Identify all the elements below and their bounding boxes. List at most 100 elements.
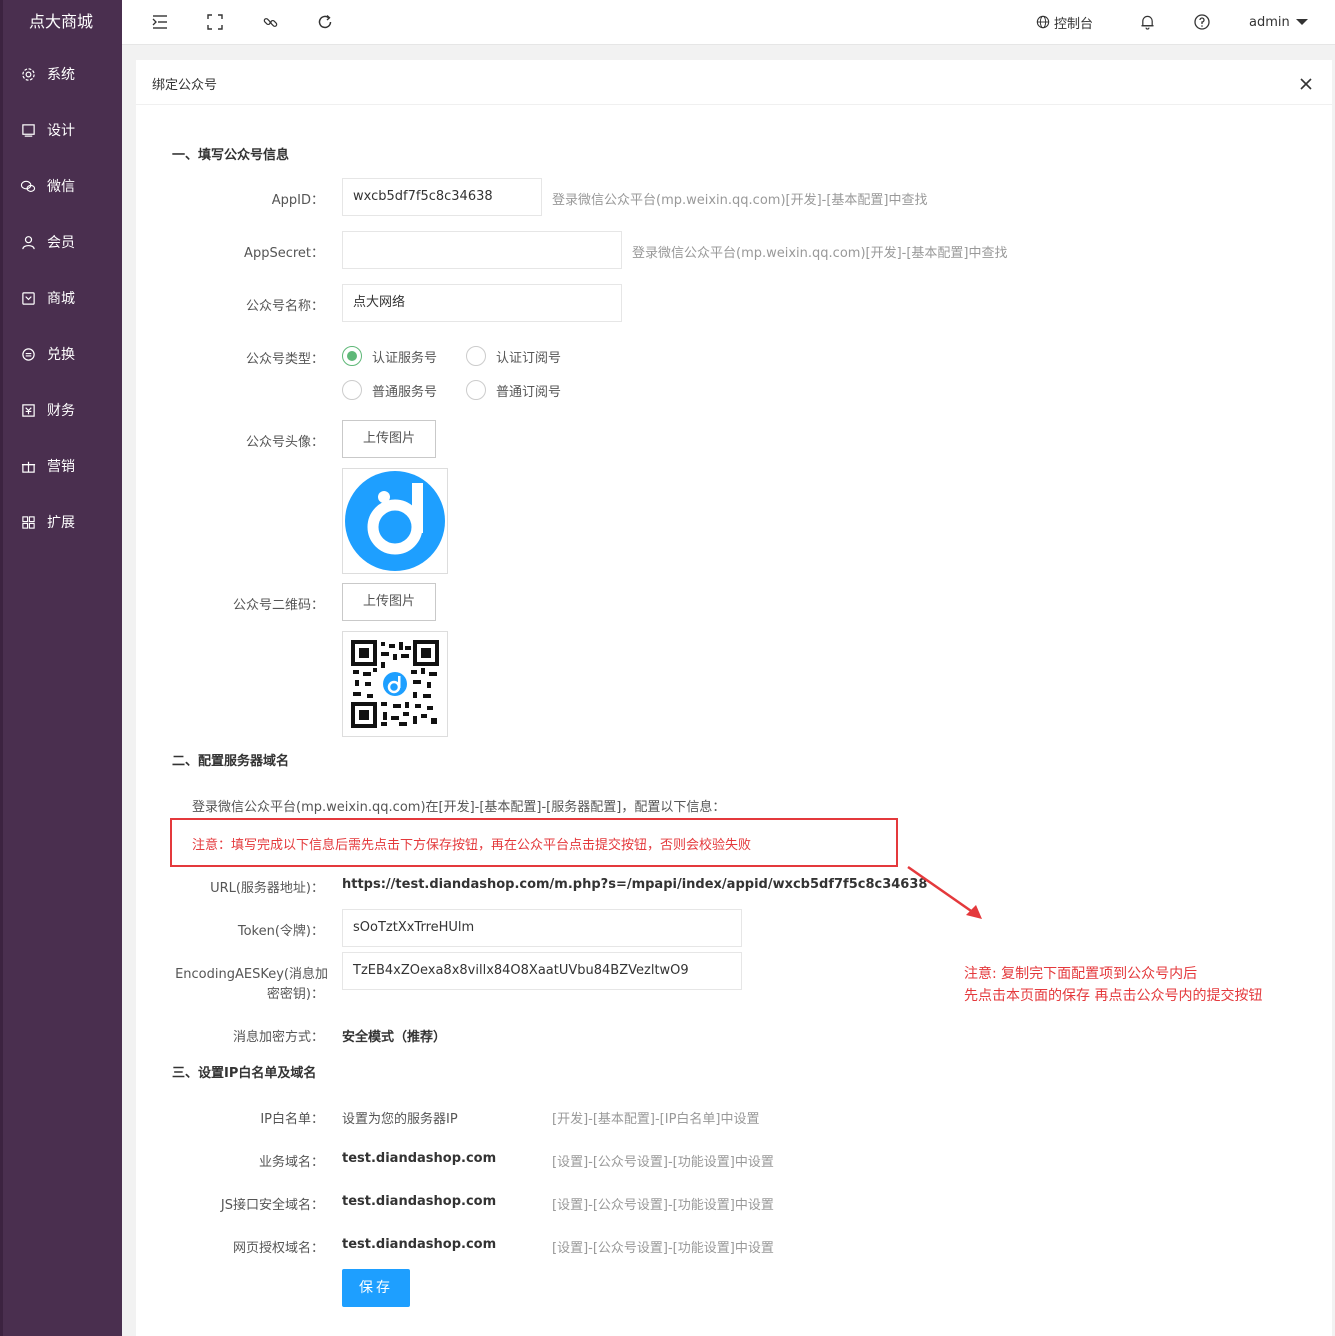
sidebar-item-label: 会员 <box>47 235 75 251</box>
sidebar: 点大商城 系统 设计 微信 会员 商城 兑换 财务 营销 扩展 <box>0 0 122 1336</box>
sidebar-item-label: 商城 <box>47 291 75 307</box>
shop-icon <box>20 290 36 306</box>
radio-label: 普通订阅号 <box>496 384 562 400</box>
sidebar-item-finance[interactable]: 财务 <box>0 382 122 438</box>
qrcode-image[interactable] <box>342 631 448 737</box>
wechat-icon <box>20 178 36 194</box>
sidebar-item-system[interactable]: 系统 <box>0 46 122 102</box>
business-domain-hint: [设置]-[公众号设置]-[功能设置]中设置 <box>552 1155 774 1170</box>
sidebar-item-member[interactable]: 会员 <box>0 214 122 270</box>
business-domain-label: 业务域名： <box>258 1155 324 1170</box>
exchange-icon <box>20 346 36 362</box>
upload-qrcode-button[interactable]: 上传图片 <box>342 583 436 621</box>
console-label: 控制台 <box>1054 16 1094 32</box>
annotation-line2: 先点击本页面的保存 再点击公众号内的提交按钮 <box>964 988 1263 1004</box>
radio-normal-subscription[interactable]: 普通订阅号 <box>466 380 561 400</box>
brand-logo-icon <box>345 471 445 571</box>
help-icon[interactable] <box>1192 12 1212 32</box>
sidebar-item-exchange[interactable]: 兑换 <box>0 326 122 382</box>
encrypt-label: 消息加密方式： <box>232 1030 324 1045</box>
appid-label: AppID： <box>271 193 324 208</box>
user-menu[interactable]: admin <box>1249 12 1308 32</box>
ip-hint: [开发]-[基本配置]-[IP白名单]中设置 <box>552 1112 760 1127</box>
business-domain-value: test.diandashop.com <box>342 1151 497 1166</box>
save-button[interactable]: 保存 <box>342 1269 410 1307</box>
qrcode-icon <box>351 640 439 728</box>
auth-domain-hint: [设置]-[公众号设置]-[功能设置]中设置 <box>552 1241 774 1256</box>
js-domain-label: JS接口安全域名： <box>220 1198 324 1213</box>
caret-down-icon <box>1295 19 1308 25</box>
radio-unchecked-icon <box>466 346 486 366</box>
grid-icon <box>20 514 36 530</box>
aeskey-label-line2: 密密钥)： <box>266 987 324 1002</box>
sidebar-item-label: 兑换 <box>47 347 75 363</box>
panel-title: 绑定公众号 <box>152 78 218 93</box>
sidebar-item-label: 财务 <box>47 403 75 419</box>
sidebar-item-wechat[interactable]: 微信 <box>0 158 122 214</box>
finance-icon <box>20 402 36 418</box>
avatar-image[interactable] <box>342 468 448 574</box>
warning-text: 注意：填写完成以下信息后需先点击下方保存按钮，再在公众平台点击提交按钮，否则会校… <box>192 838 752 853</box>
radio-normal-service[interactable]: 普通服务号 <box>342 380 437 400</box>
close-icon[interactable] <box>1296 74 1316 94</box>
upload-avatar-button[interactable]: 上传图片 <box>342 420 436 458</box>
appsecret-input[interactable] <box>342 231 622 269</box>
fullscreen-icon[interactable] <box>205 12 225 32</box>
sidebar-item-extend[interactable]: 扩展 <box>0 494 122 550</box>
sidebar-item-marketing[interactable]: 营销 <box>0 438 122 494</box>
annotation-line1: 注意: 复制完下面配置项到公众号内后 <box>964 966 1198 982</box>
menu-fold-icon[interactable] <box>150 12 170 32</box>
name-input[interactable]: 点大网络 <box>342 284 622 322</box>
aeskey-input[interactable]: TzEB4xZOexa8x8villx84O8XaatUVbu84BZVezlt… <box>342 952 742 990</box>
sidebar-item-label: 设计 <box>47 123 75 139</box>
token-input[interactable]: sOoTztXxTrreHUlm <box>342 909 742 947</box>
aeskey-label-line1: EncodingAESKey(消息加 <box>175 967 328 982</box>
user-icon <box>20 234 36 250</box>
ip-label: IP白名单： <box>260 1112 324 1127</box>
section3-title: 三、设置IP白名单及域名 <box>172 1066 317 1081</box>
sidebar-item-label: 扩展 <box>47 515 75 531</box>
sidebar-item-label: 营销 <box>47 459 75 475</box>
url-value: https://test.diandashop.com/m.php?s=/mpa… <box>342 877 928 892</box>
top-header: 控制台 admin <box>122 0 1335 45</box>
auth-domain-value: test.diandashop.com <box>342 1237 497 1252</box>
username: admin <box>1249 14 1290 30</box>
js-domain-hint: [设置]-[公众号设置]-[功能设置]中设置 <box>552 1198 774 1213</box>
sidebar-item-design[interactable]: 设计 <box>0 102 122 158</box>
server-config-intro: 登录微信公众平台(mp.weixin.qq.com)在[开发]-[基本配置]-[… <box>192 800 726 815</box>
sidebar-item-label: 微信 <box>47 179 75 195</box>
appid-input[interactable]: wxcb5df7f5c8c34638 <box>342 178 542 216</box>
console-link[interactable]: 控制台 <box>1036 12 1093 32</box>
sidebar-item-shop[interactable]: 商城 <box>0 270 122 326</box>
appsecret-label: AppSecret： <box>244 246 324 261</box>
app-logo[interactable]: 点大商城 <box>0 0 122 44</box>
section1-title: 一、填写公众号信息 <box>172 148 290 163</box>
radio-label: 认证订阅号 <box>496 350 562 366</box>
monitor-icon <box>20 122 36 138</box>
qrcode-label: 公众号二维码： <box>232 598 324 613</box>
divider <box>136 104 1332 105</box>
auth-domain-label: 网页授权域名： <box>232 1241 324 1256</box>
link-icon[interactable] <box>260 12 280 32</box>
avatar-label: 公众号头像： <box>245 435 324 450</box>
ip-value: 设置为您的服务器IP <box>342 1112 458 1127</box>
radio-unchecked-icon <box>342 380 362 400</box>
token-label: Token(令牌)： <box>237 924 324 939</box>
url-label: URL(服务器地址)： <box>210 881 324 896</box>
radio-label: 认证服务号 <box>372 350 438 366</box>
radio-label: 普通服务号 <box>372 384 438 400</box>
appid-hint: 登录微信公众平台(mp.weixin.qq.com)[开发]-[基本配置]中查找 <box>552 193 928 208</box>
gear-icon <box>20 66 36 82</box>
refresh-icon[interactable] <box>315 12 335 32</box>
appsecret-hint: 登录微信公众平台(mp.weixin.qq.com)[开发]-[基本配置]中查找 <box>632 246 1008 261</box>
name-label: 公众号名称： <box>245 299 324 314</box>
radio-unchecked-icon <box>466 380 486 400</box>
radio-verified-subscription[interactable]: 认证订阅号 <box>466 346 561 366</box>
encrypt-value: 安全模式（推荐） <box>342 1030 447 1045</box>
js-domain-value: test.diandashop.com <box>342 1194 497 1209</box>
arrow-icon <box>907 865 982 919</box>
radio-verified-service[interactable]: 认证服务号 <box>342 346 437 366</box>
bell-icon[interactable] <box>1137 12 1157 32</box>
bind-wechat-panel: 绑定公众号 一、填写公众号信息 AppID： wxcb5df7f5c8c3463… <box>136 60 1332 1336</box>
section2-title: 二、配置服务器域名 <box>172 754 290 769</box>
